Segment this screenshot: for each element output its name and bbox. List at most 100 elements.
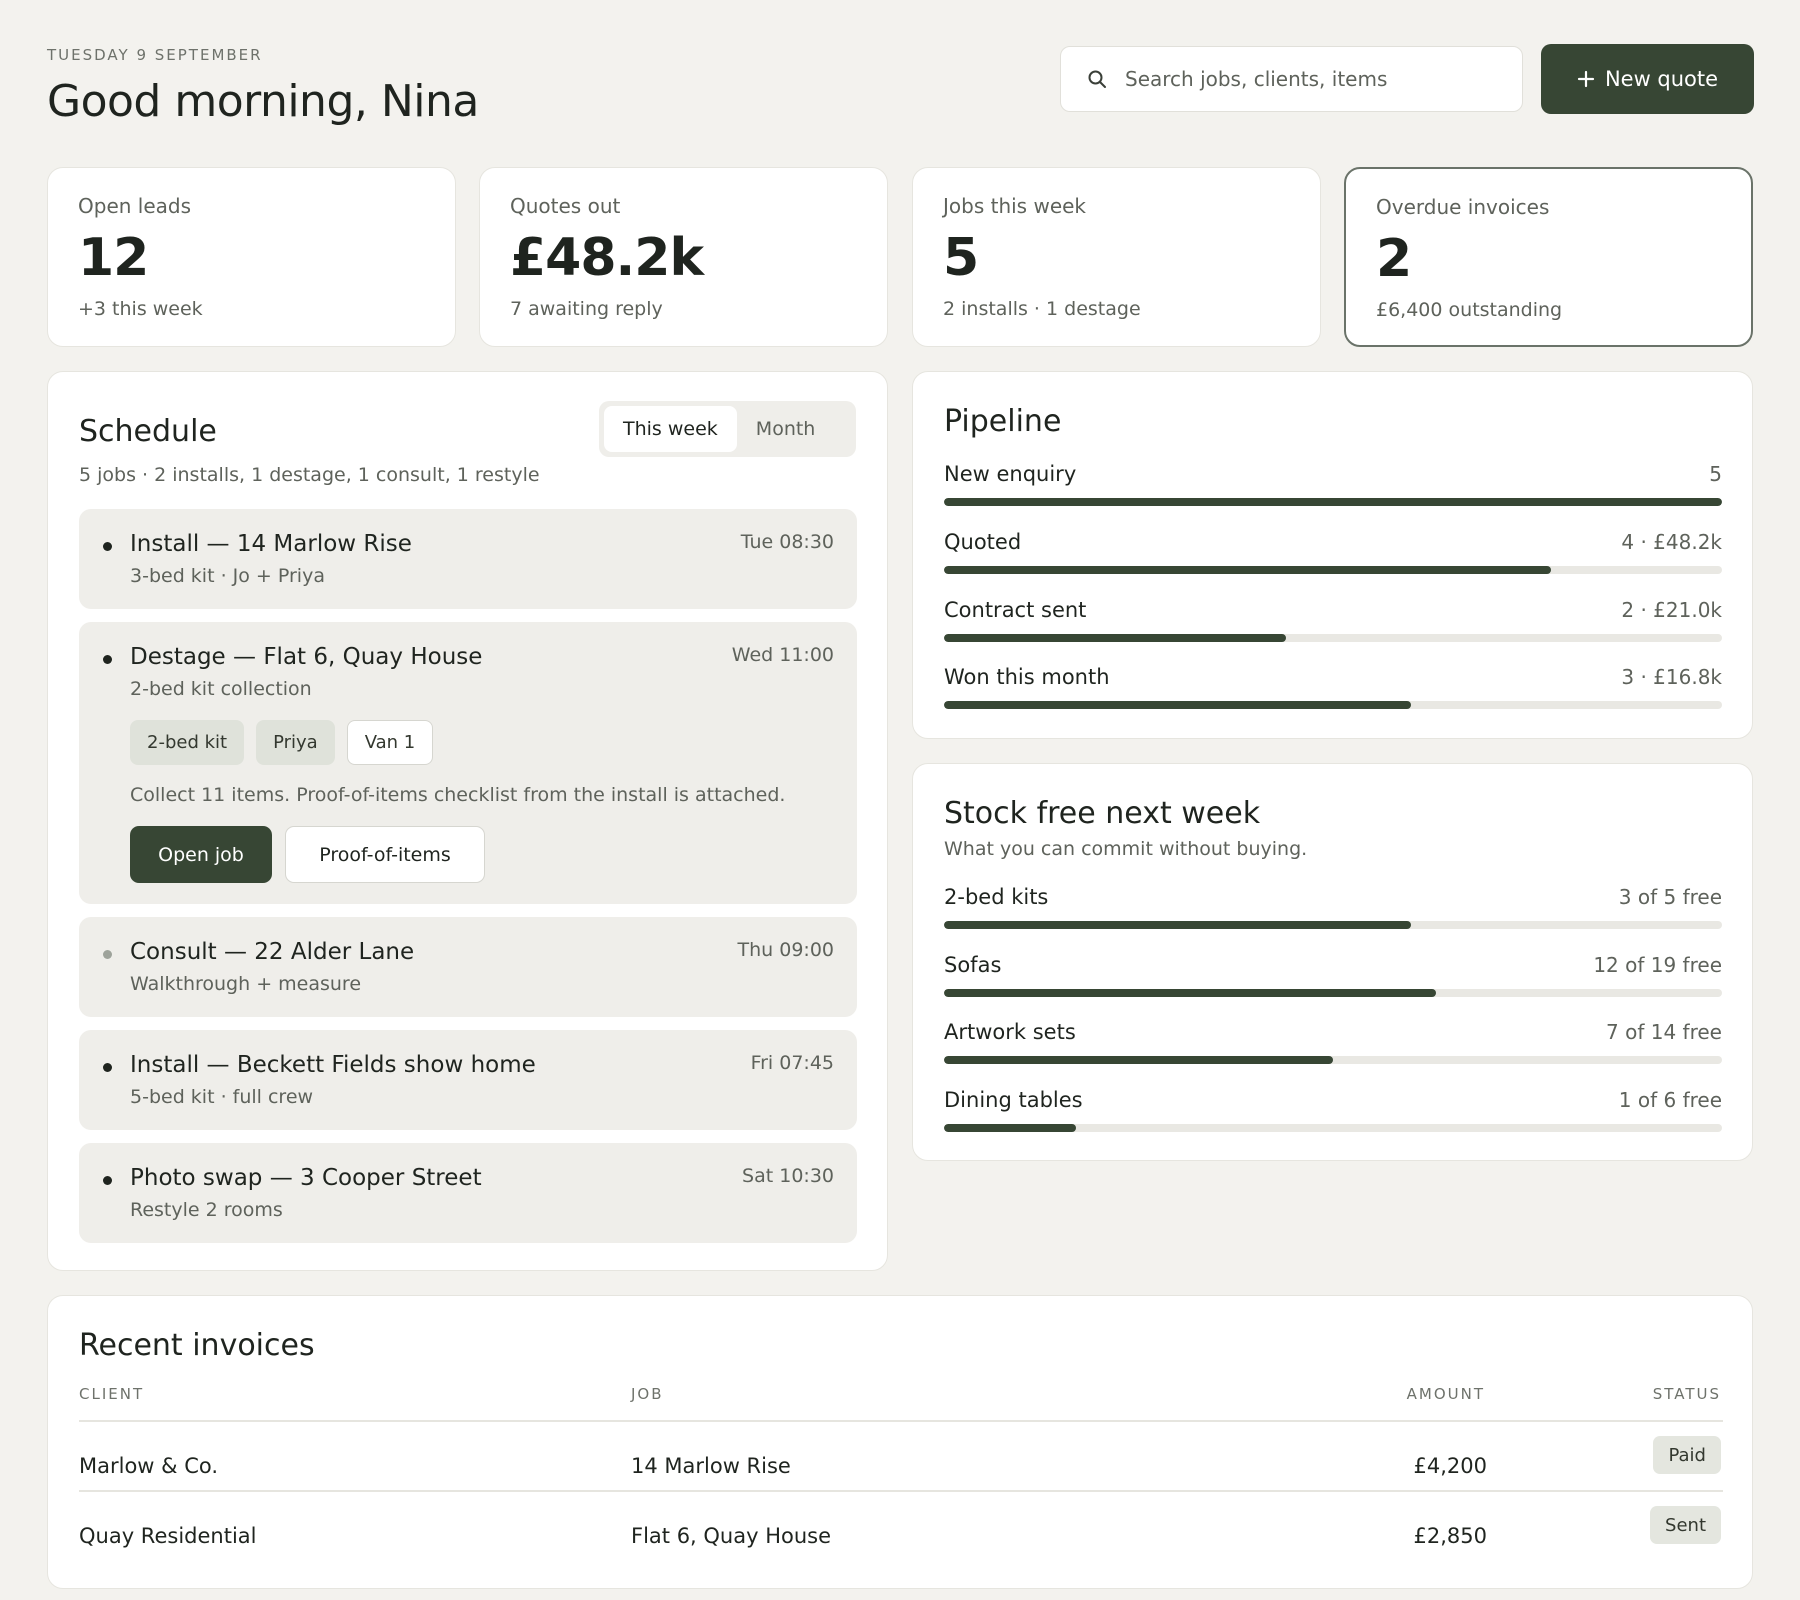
schedule-range-toggle: This week Month [599,401,856,457]
job-item[interactable]: Consult — 22 Alder Lane Walkthrough + me… [79,917,857,1017]
job-title: Install — 14 Marlow Rise [130,531,412,557]
progress-fill [944,1056,1333,1064]
job-actions: Open job Proof-of-items [130,826,485,883]
stat-sub: 7 awaiting reply [510,298,663,320]
progress-fill [944,566,1551,574]
tab-this-week[interactable]: This week [604,406,737,452]
job-item[interactable]: Photo swap — 3 Cooper Street Restyle 2 r… [79,1143,857,1243]
recent-invoices-panel: Recent invoices CLIENT JOB AMOUNT STATUS… [47,1295,1753,1589]
stat-label: Open leads [78,194,192,218]
job-detail: 3-bed kit · Jo + Priya [130,565,325,587]
pipeline-row[interactable]: Quoted 4 · £48.2k [944,530,1722,586]
job-note: Collect 11 items. Proof-of-items checkli… [130,784,786,806]
stat-card-jobs-this-week[interactable]: Jobs this week 5 2 installs · 1 destage [912,167,1321,347]
job-item-expanded[interactable]: Destage — Flat 6, Quay House 2-bed kit c… [79,622,857,904]
schedule-panel: Schedule 5 jobs · 2 installs, 1 destage,… [47,371,888,1271]
stock-title: Stock free next week [944,796,1261,831]
pipeline-row[interactable]: Won this month 3 · £16.8k [944,665,1722,721]
pipeline-row[interactable]: New enquiry 5 [944,462,1722,518]
stat-card-quotes-out[interactable]: Quotes out £48.2k 7 awaiting reply [479,167,888,347]
stock-row[interactable]: 2-bed kits 3 of 5 free [944,885,1722,941]
invoice-client: Quay Residential [79,1524,257,1548]
search-input[interactable] [1125,67,1505,91]
stock-item: Artwork sets [944,1020,1076,1044]
progress-track [944,498,1722,506]
status-badge: Paid [1653,1436,1721,1474]
header: TUESDAY 9 SEPTEMBER Good morning, Nina N… [47,0,1754,140]
status-dot [103,542,112,551]
invoice-job: Flat 6, Quay House [631,1524,832,1548]
stat-value: 5 [943,228,979,288]
progress-fill [944,498,1722,506]
progress-track [944,921,1722,929]
stat-label: Quotes out [510,194,621,218]
stock-item: 2-bed kits [944,885,1049,909]
stock-row[interactable]: Sofas 12 of 19 free [944,953,1722,1009]
job-time: Wed 11:00 [731,644,834,666]
stat-value: 12 [78,228,149,288]
status-dot [103,1063,112,1072]
new-quote-label: New quote [1604,67,1719,91]
new-quote-button[interactable]: New quote [1541,44,1754,114]
pipeline-stage: Contract sent [944,598,1087,622]
search-box[interactable] [1060,46,1523,112]
pipeline-value: 5 [1709,462,1722,486]
job-title: Install — Beckett Fields show home [130,1052,536,1078]
progress-fill [944,921,1411,929]
search-icon [1088,70,1106,88]
job-item[interactable]: Install — Beckett Fields show home 5-bed… [79,1030,857,1130]
job-tags: 2-bed kit Priya Van 1 [130,720,434,765]
tag-kit: 2-bed kit [130,720,245,765]
tag-staff: Priya [256,720,335,765]
tag-van: Van 1 [346,720,434,765]
status-dot [103,950,112,959]
invoice-amount: £2,850 [1413,1524,1487,1548]
pipeline-value: 3 · £16.8k [1621,665,1722,689]
stock-free: 12 of 19 free [1593,953,1722,977]
progress-fill [944,1124,1077,1132]
pipeline-stage: New enquiry [944,462,1077,486]
job-time: Tue 08:30 [740,531,834,553]
column-header-client: CLIENT [79,1385,145,1403]
column-header-job: JOB [631,1385,664,1403]
pipeline-panel: Pipeline New enquiry 5 Quoted 4 · £48.2k… [912,371,1753,739]
job-title: Destage — Flat 6, Quay House [130,644,483,670]
progress-track [944,1124,1722,1132]
stat-card-overdue-invoices[interactable]: Overdue invoices 2 £6,400 outstanding [1344,167,1753,347]
column-header-status: STATUS [1652,1385,1721,1403]
progress-track [944,634,1722,642]
stock-row[interactable]: Artwork sets 7 of 14 free [944,1020,1722,1076]
tab-month[interactable]: Month [737,406,835,452]
schedule-title: Schedule [79,414,217,449]
stat-label: Jobs this week [943,194,1087,218]
proof-of-items-button[interactable]: Proof-of-items [285,826,485,883]
stat-value: £48.2k [510,228,704,288]
progress-track [944,989,1722,997]
status-badge: Sent [1650,1506,1721,1544]
divider [79,1420,1723,1422]
plus-icon [1577,70,1595,88]
stock-free: 1 of 6 free [1618,1088,1722,1112]
job-time: Fri 07:45 [750,1052,834,1074]
status-dot [103,1176,112,1185]
job-time: Thu 09:00 [737,939,834,961]
open-job-button[interactable]: Open job [130,826,272,883]
stock-free: 7 of 14 free [1606,1020,1722,1044]
job-item[interactable]: Install — 14 Marlow Rise 3-bed kit · Jo … [79,509,857,609]
date-label: TUESDAY 9 SEPTEMBER [47,46,263,64]
column-header-amount: AMOUNT [1406,1385,1485,1403]
stat-sub: +3 this week [78,298,203,320]
progress-fill [944,989,1436,997]
progress-track [944,1056,1722,1064]
job-detail: 5-bed kit · full crew [130,1086,314,1108]
stat-value: 2 [1376,229,1412,289]
job-time: Sat 10:30 [742,1165,834,1187]
progress-track [944,701,1722,709]
pipeline-value: 2 · £21.0k [1621,598,1722,622]
stock-row[interactable]: Dining tables 1 of 6 free [944,1088,1722,1144]
stock-item: Dining tables [944,1088,1083,1112]
invoice-amount: £4,200 [1413,1454,1487,1478]
stock-subtitle: What you can commit without buying. [944,838,1308,860]
pipeline-row[interactable]: Contract sent 2 · £21.0k [944,598,1722,654]
stat-card-open-leads[interactable]: Open leads 12 +3 this week [47,167,456,347]
